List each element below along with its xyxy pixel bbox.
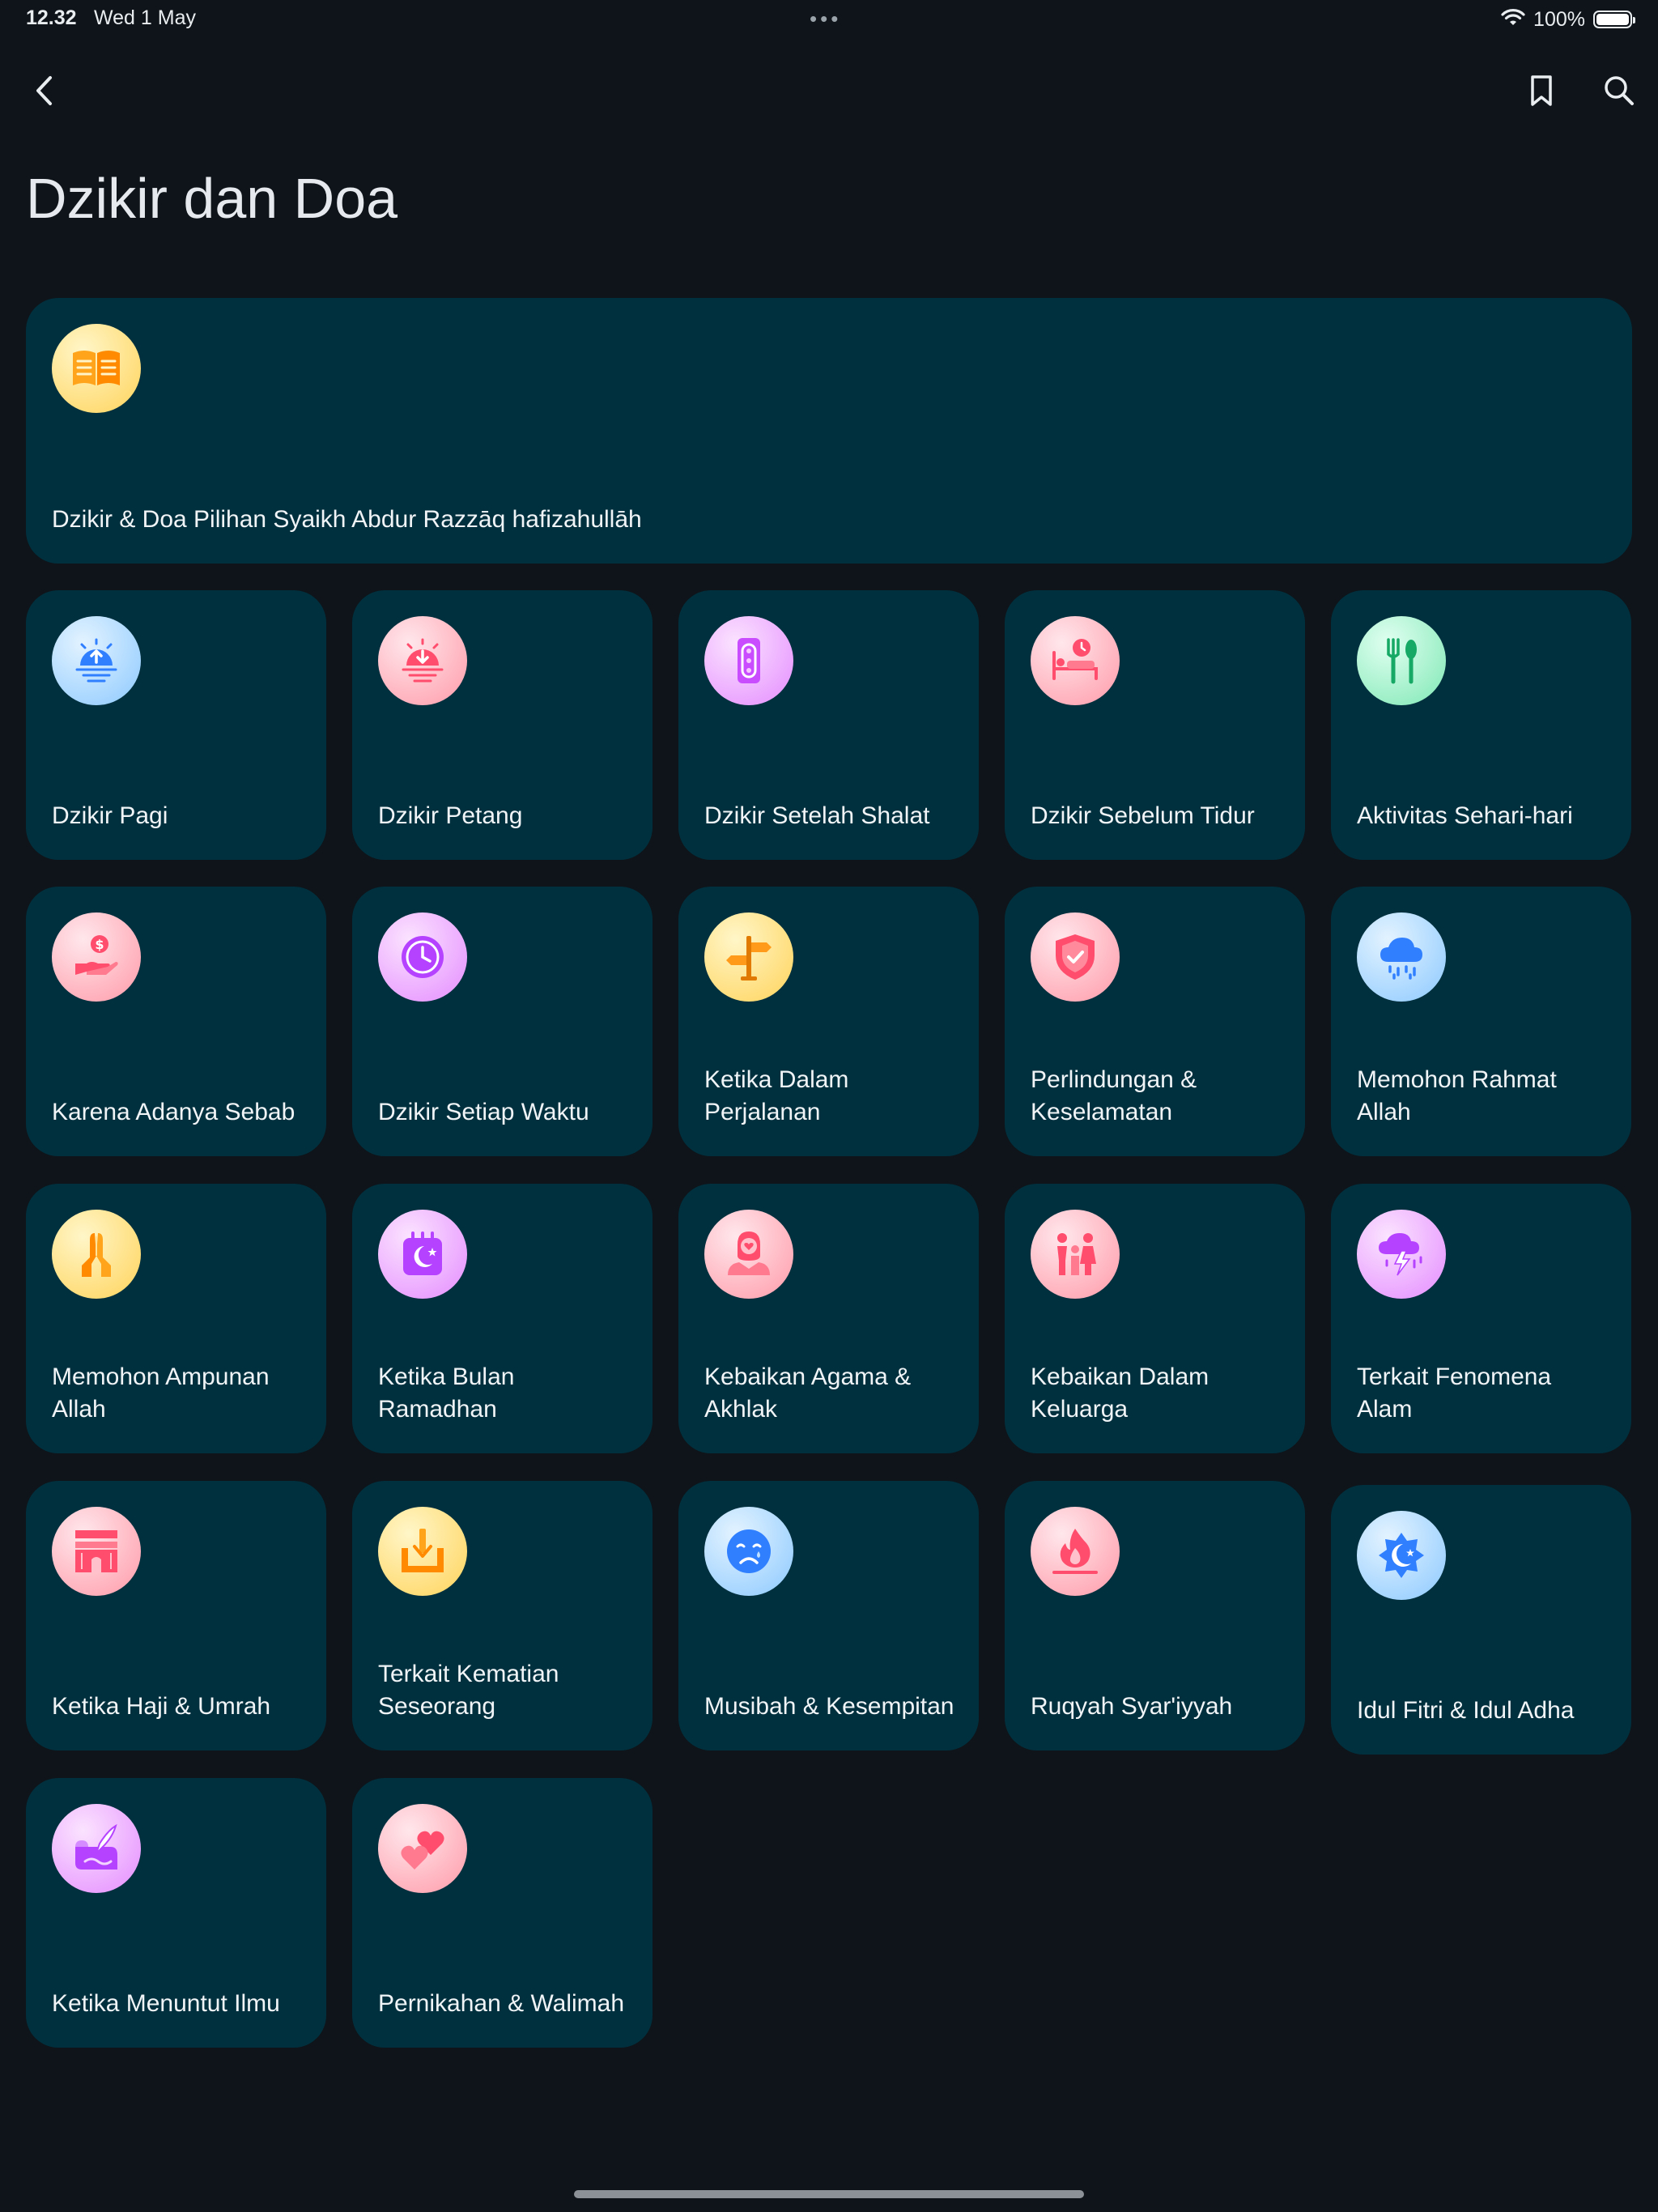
hand-coin-icon: $ xyxy=(52,912,141,1002)
grave-icon xyxy=(378,1507,467,1596)
category-label: Memohon Ampunan Allah xyxy=(52,1363,270,1423)
book-icon xyxy=(52,324,141,413)
flame-icon xyxy=(1031,1507,1120,1596)
shield-icon xyxy=(1031,912,1120,1002)
praying-hands-icon xyxy=(52,1210,141,1299)
category-card-ketika-dalam-perjalanan[interactable]: Ketika Dalam Perjalanan xyxy=(678,887,979,1156)
bookmark-icon xyxy=(1531,75,1552,106)
category-card-pernikahan-walimah[interactable]: Pernikahan & Walimah xyxy=(352,1778,653,2048)
sunrise-icon xyxy=(52,616,141,705)
page-title: Dzikir dan Doa xyxy=(26,167,398,230)
category-card-dzikir-setiap-waktu[interactable]: Dzikir Setiap Waktu xyxy=(352,887,653,1156)
storm-cloud-icon xyxy=(1357,1210,1446,1299)
status-date: Wed 1 May xyxy=(94,6,196,29)
category-label: Pernikahan & Walimah xyxy=(378,1990,625,2017)
bookmark-button[interactable] xyxy=(1516,65,1567,117)
featured-category-card[interactable]: Dzikir & Doa Pilihan Syaikh Abdur Razzāq… xyxy=(26,298,1632,564)
fork-spoon-icon xyxy=(1357,616,1446,705)
category-label: Dzikir Setiap Waktu xyxy=(378,1099,589,1125)
search-icon xyxy=(1605,76,1634,105)
category-card-kebaikan-agama-akhlak[interactable]: Kebaikan Agama & Akhlak xyxy=(678,1184,979,1453)
category-label: Perlindungan & Keselamatan xyxy=(1031,1066,1197,1125)
clock-icon xyxy=(378,912,467,1002)
category-label: Terkait Fenomena Alam xyxy=(1357,1363,1552,1423)
status-time: 12.32 xyxy=(26,6,77,29)
category-label: Ketika Bulan Ramadhan xyxy=(378,1363,515,1423)
featured-category-label: Dzikir & Doa Pilihan Syaikh Abdur Razzāq… xyxy=(52,506,642,533)
kaaba-icon xyxy=(52,1507,141,1596)
category-label: Idul Fitri & Idul Adha xyxy=(1357,1697,1575,1724)
status-indicators: 100% xyxy=(1501,5,1635,34)
category-card-dzikir-pagi[interactable]: Dzikir Pagi xyxy=(26,590,326,860)
category-card-ketika-menuntut-ilmu[interactable]: Ketika Menuntut Ilmu xyxy=(26,1778,326,2048)
category-label: Dzikir Setelah Shalat xyxy=(704,802,930,829)
category-card-kebaikan-dalam-keluarga[interactable]: Kebaikan Dalam Keluarga xyxy=(1005,1184,1305,1453)
category-label: Ketika Haji & Umrah xyxy=(52,1693,271,1720)
category-label: Karena Adanya Sebab xyxy=(52,1099,295,1125)
category-label: Ruqyah Syar'iyyah xyxy=(1031,1693,1233,1720)
battery-percentage: 100% xyxy=(1533,7,1585,31)
category-card-ruqyah-syariyyah[interactable]: Ruqyah Syar'iyyah xyxy=(1005,1481,1305,1750)
category-label: Dzikir Sebelum Tidur xyxy=(1031,802,1255,829)
category-label: Memohon Rahmat Allah xyxy=(1357,1066,1557,1125)
home-indicator[interactable] xyxy=(574,2190,1084,2198)
category-card-ketika-haji-umrah[interactable]: Ketika Haji & Umrah xyxy=(26,1481,326,1750)
category-label: Aktivitas Sehari-hari xyxy=(1357,802,1573,829)
category-card-perlindungan-keselamatan[interactable]: Perlindungan & Keselamatan xyxy=(1005,887,1305,1156)
bed-clock-icon xyxy=(1031,616,1120,705)
category-card-dzikir-sebelum-tidur[interactable]: Dzikir Sebelum Tidur xyxy=(1005,590,1305,860)
quill-scroll-icon xyxy=(52,1804,141,1893)
category-card-karena-adanya-sebab[interactable]: $ Karena Adanya Sebab xyxy=(26,887,326,1156)
multitasking-dots[interactable]: ••• xyxy=(810,6,841,32)
family-icon xyxy=(1031,1210,1120,1299)
category-card-memohon-rahmat-allah[interactable]: Memohon Rahmat Allah xyxy=(1331,887,1631,1156)
back-icon xyxy=(36,76,52,105)
category-card-ketika-bulan-ramadhan[interactable]: Ketika Bulan Ramadhan xyxy=(352,1184,653,1453)
category-label: Musibah & Kesempitan xyxy=(704,1693,954,1720)
category-card-dzikir-petang[interactable]: Dzikir Petang xyxy=(352,590,653,860)
signpost-icon xyxy=(704,912,793,1002)
search-button[interactable] xyxy=(1593,65,1645,117)
status-bar: 12.32 Wed 1 May ••• 100% xyxy=(0,0,1658,39)
hearts-icon xyxy=(378,1804,467,1893)
sunset-icon xyxy=(378,616,467,705)
battery-icon xyxy=(1593,11,1635,28)
category-label: Kebaikan Dalam Keluarga xyxy=(1031,1363,1209,1423)
category-label: Dzikir Petang xyxy=(378,802,523,829)
prayer-beads-icon xyxy=(704,616,793,705)
category-card-terkait-fenomena-alam[interactable]: Terkait Fenomena Alam xyxy=(1331,1184,1631,1453)
category-card-musibah-kesempitan[interactable]: Musibah & Kesempitan xyxy=(678,1481,979,1750)
category-card-terkait-kematian-seseorang[interactable]: Terkait Kematian Seseorang xyxy=(352,1481,653,1750)
category-label: Dzikir Pagi xyxy=(52,802,168,829)
category-label: Kebaikan Agama & Akhlak xyxy=(704,1363,912,1423)
star-crescent-icon xyxy=(1357,1511,1446,1600)
category-card-memohon-ampunan-allah[interactable]: Memohon Ampunan Allah xyxy=(26,1184,326,1453)
wifi-icon xyxy=(1501,8,1525,32)
category-label: Terkait Kematian Seseorang xyxy=(378,1661,559,1720)
category-card-idul-fitri-idul-adha[interactable]: Idul Fitri & Idul Adha xyxy=(1331,1485,1631,1755)
sad-face-icon xyxy=(704,1507,793,1596)
rain-cloud-icon xyxy=(1357,912,1446,1002)
category-card-dzikir-setelah-shalat[interactable]: Dzikir Setelah Shalat xyxy=(678,590,979,860)
back-button[interactable] xyxy=(19,65,71,117)
svg-text:$: $ xyxy=(95,937,104,952)
category-label: Ketika Menuntut Ilmu xyxy=(52,1990,280,2017)
category-card-aktivitas-sehari-hari[interactable]: Aktivitas Sehari-hari xyxy=(1331,590,1631,860)
crescent-calendar-icon xyxy=(378,1210,467,1299)
category-label: Ketika Dalam Perjalanan xyxy=(704,1066,849,1125)
person-heart-icon xyxy=(704,1210,793,1299)
